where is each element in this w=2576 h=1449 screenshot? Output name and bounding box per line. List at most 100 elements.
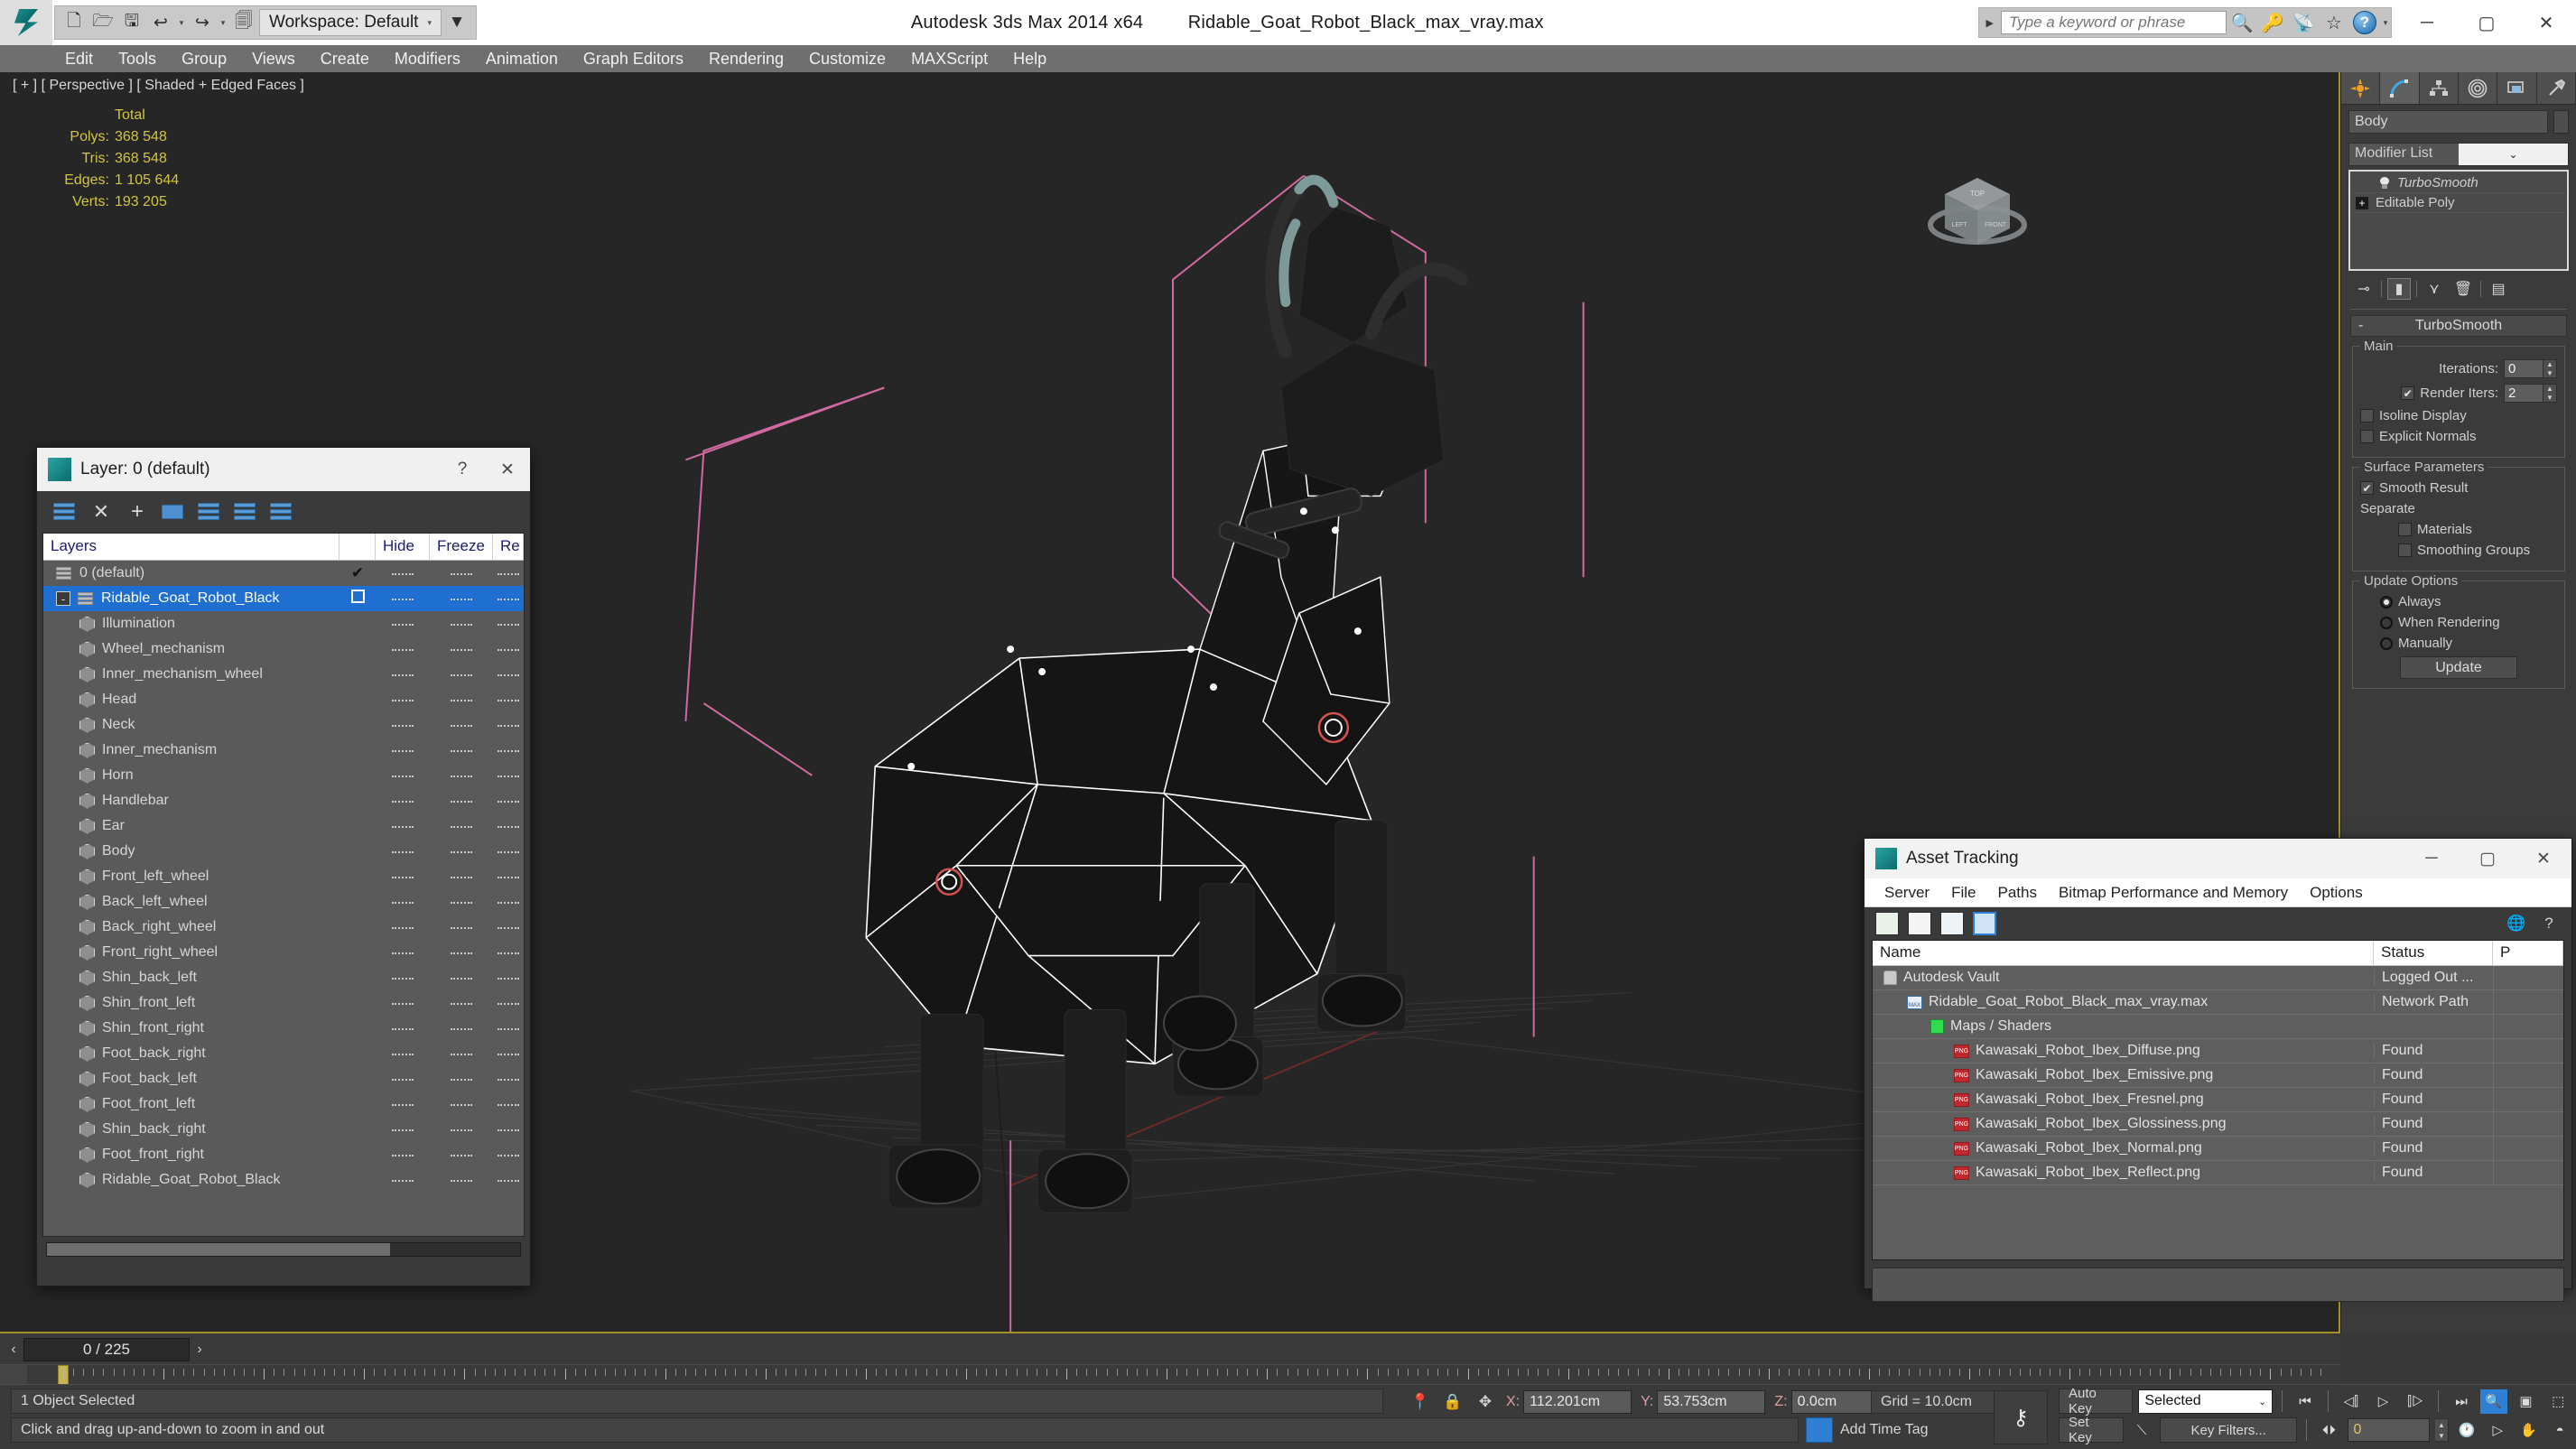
binoculars-icon[interactable]: 🔍 <box>2227 9 2257 36</box>
set-project-folder-icon[interactable]: 🗐 <box>230 9 257 36</box>
refresh-icon[interactable] <box>1875 912 1899 935</box>
smoothing-groups-checkbox[interactable] <box>2398 543 2412 557</box>
set-key-filter-icon[interactable]: ⟍ <box>2129 1418 2154 1443</box>
layer-hide-cell[interactable] <box>376 717 430 733</box>
make-unique-icon[interactable]: ⋎ <box>2423 278 2446 300</box>
toolbar-overflow-icon[interactable]: ▼ <box>443 9 470 36</box>
asset-row[interactable]: PNG Kawasaki_Robot_Ibex_Glossiness.png Fou… <box>1873 1112 2563 1137</box>
asset-menu-bitmap[interactable]: Bitmap Performance and Memory <box>2048 882 2299 904</box>
layer-expander-icon[interactable]: - <box>56 591 70 606</box>
asset-menu-file[interactable]: File <box>1940 882 1986 904</box>
asset-table[interactable]: Name Status P Autodesk Vault Logged Out .… <box>1872 940 2564 1260</box>
layer-row[interactable]: Front_right_wheel <box>43 940 524 965</box>
modifier-stack[interactable]: TurboSmooth + Editable Poly <box>2348 170 2569 271</box>
set-key-button[interactable]: Set Key <box>2059 1415 2124 1445</box>
layer-freeze-cell[interactable] <box>430 692 493 708</box>
layer-freeze-cell[interactable] <box>430 894 493 910</box>
layer-freeze-cell[interactable] <box>430 565 493 581</box>
update-when-rendering-row[interactable]: When Rendering <box>2360 615 2557 630</box>
motion-tab[interactable] <box>2458 72 2498 104</box>
layer-render-cell[interactable] <box>493 1096 524 1112</box>
layer-active-cell[interactable] <box>339 590 376 608</box>
layer-render-cell[interactable] <box>493 1045 524 1062</box>
search-input[interactable] <box>2001 11 2227 34</box>
layer-row[interactable]: Front_left_wheel <box>43 864 524 889</box>
configure-modifier-sets-icon[interactable]: ▤ <box>2487 278 2510 300</box>
object-name-field[interactable] <box>2348 110 2548 134</box>
frame-display[interactable]: 0 / 225 <box>23 1338 190 1361</box>
layer-render-cell[interactable] <box>493 565 524 581</box>
layer-hide-cell[interactable] <box>376 565 430 581</box>
layer-row[interactable]: Foot_back_left <box>43 1066 524 1091</box>
layer-row[interactable]: Ridable_Goat_Robot_Black <box>43 1167 524 1193</box>
help-icon[interactable]: ? <box>2537 912 2561 935</box>
iterations-field[interactable] <box>2504 359 2543 378</box>
app-menu-button[interactable] <box>0 0 52 45</box>
previous-frame-icon[interactable]: ◁⫿ <box>2338 1389 2365 1414</box>
hierarchy-tab[interactable] <box>2419 72 2459 104</box>
update-manually-row[interactable]: Manually <box>2360 636 2557 651</box>
go-to-end-icon[interactable]: ⏭ <box>2448 1389 2475 1414</box>
layer-freeze-cell[interactable] <box>430 590 493 607</box>
render-iters-checkbox[interactable]: ✔ <box>2401 386 2415 400</box>
grid-view-icon[interactable] <box>1973 912 1996 935</box>
selection-lock-icon[interactable]: 📍 <box>1409 1390 1432 1414</box>
stack-item-turbosmooth[interactable]: TurboSmooth <box>2352 173 2565 193</box>
update-always-row[interactable]: Always <box>2360 594 2557 609</box>
add-layer-icon[interactable]: + <box>126 499 149 524</box>
view-cube[interactable]: TOP LEFT FRONT <box>1914 158 2041 266</box>
add-time-tag-label[interactable]: Add Time Tag <box>1840 1422 1929 1438</box>
layer-dialog[interactable]: Layer: 0 (default) ? ✕ ✕ + Layers Hide F… <box>36 447 531 1286</box>
layer-freeze-cell[interactable] <box>430 944 493 961</box>
menu-create[interactable]: Create <box>308 48 382 70</box>
asset-row[interactable]: Autodesk Vault Logged Out ... <box>1873 966 2563 990</box>
select-highlighted-objects-icon[interactable] <box>198 503 221 521</box>
update-always-radio[interactable] <box>2380 595 2393 608</box>
stack-item-editable-poly[interactable]: + Editable Poly <box>2352 193 2565 213</box>
create-tab[interactable] <box>2341 72 2381 104</box>
layer-hide-cell[interactable] <box>376 1147 430 1163</box>
layer-render-cell[interactable] <box>493 1121 524 1138</box>
asset-row[interactable]: MAX Ridable_Goat_Robot_Black_max_vray.max… <box>1873 990 2563 1015</box>
iterations-spinner[interactable]: ▲ ▼ <box>2543 359 2557 378</box>
layer-hide-cell[interactable] <box>376 1121 430 1138</box>
show-end-result-icon[interactable]: ▮ <box>2387 278 2411 300</box>
layer-render-cell[interactable] <box>493 616 524 632</box>
menu-views[interactable]: Views <box>239 48 308 70</box>
redo-dropdown-icon[interactable]: ▾ <box>218 18 228 28</box>
layer-freeze-cell[interactable] <box>430 843 493 859</box>
minimize-button[interactable]: ─ <box>2397 0 2457 45</box>
layer-freeze-cell[interactable] <box>430 1172 493 1188</box>
layer-row[interactable]: Head <box>43 687 524 712</box>
menu-graph-editors[interactable]: Graph Editors <box>571 48 696 70</box>
maximize-button[interactable]: ▢ <box>2457 0 2516 45</box>
menu-tools[interactable]: Tools <box>106 48 169 70</box>
layer-row[interactable]: Horn <box>43 763 524 788</box>
menu-maxscript[interactable]: MAXScript <box>898 48 1000 70</box>
asset-row[interactable]: PNG Kawasaki_Robot_Ibex_Normal.png Found <box>1873 1137 2563 1161</box>
layer-horizontal-scrollbar[interactable] <box>46 1242 521 1257</box>
layer-row[interactable]: Inner_mechanism <box>43 738 524 763</box>
modifier-list-dropdown[interactable]: Modifier List ⌄ <box>2348 143 2569 166</box>
layer-freeze-cell[interactable] <box>430 666 493 683</box>
key-icon[interactable]: 🔑 <box>2257 9 2288 36</box>
layer-freeze-cell[interactable] <box>430 1121 493 1138</box>
layer-row[interactable]: Foot_back_right <box>43 1041 524 1066</box>
layer-freeze-cell[interactable] <box>430 793 493 809</box>
select-objects-in-layer-icon[interactable] <box>162 503 185 521</box>
layer-freeze-cell[interactable] <box>430 818 493 834</box>
zoom-all-icon[interactable]: ▣ <box>2513 1389 2540 1414</box>
layer-render-cell[interactable] <box>493 868 524 885</box>
layer-render-cell[interactable] <box>493 666 524 683</box>
plus-box-icon[interactable]: + <box>2356 196 2368 209</box>
layer-dialog-close-button[interactable]: ✕ <box>485 460 530 480</box>
object-color-swatch[interactable] <box>2553 110 2569 134</box>
layer-hide-cell[interactable] <box>376 1045 430 1062</box>
layer-render-cell[interactable] <box>493 944 524 961</box>
layer-render-cell[interactable] <box>493 767 524 784</box>
play-animation-icon[interactable]: ▷ <box>2370 1389 2397 1414</box>
layer-properties-icon[interactable] <box>270 503 293 521</box>
layer-render-cell[interactable] <box>493 692 524 708</box>
layer-render-cell[interactable] <box>493 995 524 1011</box>
layer-hide-cell[interactable] <box>376 1096 430 1112</box>
